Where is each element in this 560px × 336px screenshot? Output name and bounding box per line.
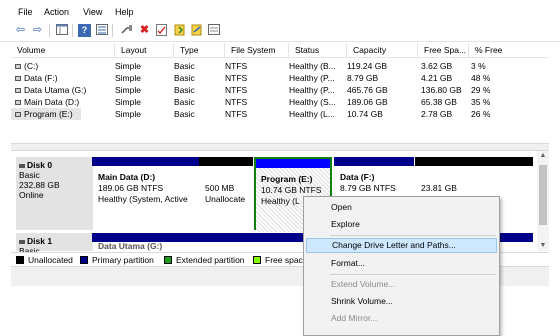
- drive-icon: [15, 76, 21, 82]
- scroll-down-icon[interactable]: ▼: [537, 241, 549, 251]
- menu-bar: File Action View Help: [0, 0, 560, 20]
- pane-splitter[interactable]: [11, 143, 549, 151]
- partition-bar: [256, 159, 330, 168]
- help-icon[interactable]: ?: [78, 24, 91, 37]
- disk-0-name: Disk 0: [19, 160, 90, 170]
- context-menu: Open Explore Change Drive Letter and Pat…: [303, 196, 500, 336]
- legend-swatch-free-space: [253, 256, 261, 264]
- toolbar: ⇦ ⇨ ? ✖: [0, 21, 560, 42]
- column-header-free-space[interactable]: Free Spa...: [418, 43, 469, 58]
- column-header-layout[interactable]: Layout: [115, 43, 174, 58]
- table-row[interactable]: Data (F:) Simple Basic NTFS Healthy (P..…: [11, 72, 549, 84]
- column-header-capacity[interactable]: Capacity: [347, 43, 418, 58]
- menu-separator: [330, 274, 496, 275]
- console-tree-icon[interactable]: [55, 24, 68, 37]
- legend-label-extended: Extended partition: [176, 255, 245, 265]
- drive-icon: [15, 88, 21, 94]
- toolbar-separator: [112, 24, 113, 37]
- menu-item-explore[interactable]: Explore: [306, 217, 497, 232]
- menu-item-change-drive-letter[interactable]: Change Drive Letter and Paths...: [306, 238, 497, 253]
- menu-item-extend-volume[interactable]: Extend Volume...: [306, 277, 497, 292]
- disk-view-scrollbar[interactable]: ▲ ▼: [537, 151, 549, 251]
- drive-icon: [15, 100, 21, 106]
- menu-help[interactable]: Help: [115, 7, 134, 17]
- connect-icon[interactable]: [120, 24, 133, 37]
- disk-0-size: 232.88 GB: [19, 180, 60, 190]
- table-row[interactable]: Main Data (D:) Simple Basic NTFS Healthy…: [11, 96, 549, 108]
- toolbar-separator: [72, 24, 73, 37]
- legend-swatch-primary: [80, 256, 88, 264]
- menu-view[interactable]: View: [83, 7, 102, 17]
- disk-1-label[interactable]: Disk 1 Basic: [16, 233, 93, 256]
- legend-swatch-extended: [164, 256, 172, 264]
- volume-list-header: Volume Layout Type File System Status Ca…: [11, 43, 549, 58]
- delete-icon[interactable]: ✖: [138, 24, 151, 37]
- column-header-type[interactable]: Type: [174, 43, 225, 58]
- toolbar-separator: [49, 24, 50, 37]
- partition-bar: [199, 157, 253, 166]
- partition-bar: [92, 157, 199, 166]
- scrollbar-thumb[interactable]: [539, 165, 547, 225]
- disk-0-status: Online: [19, 190, 44, 200]
- menu-item-add-mirror[interactable]: Add Mirror...: [306, 311, 497, 326]
- table-row[interactable]: Program (E:) Simple Basic NTFS Healthy (…: [11, 108, 549, 120]
- table-row[interactable]: (C:) Simple Basic NTFS Healthy (B... 119…: [11, 60, 549, 72]
- partition-bar: [334, 157, 414, 166]
- table-row[interactable]: Data Utama (G:) Simple Basic NTFS Health…: [11, 84, 549, 96]
- drive-icon: [15, 112, 21, 118]
- partition-main-data-d[interactable]: Main Data (D:) 189.06 GB NTFS Healthy (S…: [92, 157, 199, 230]
- menu-item-shrink-volume[interactable]: Shrink Volume...: [306, 294, 497, 309]
- scroll-up-icon[interactable]: ▲: [537, 151, 549, 161]
- volume-list: Volume Layout Type File System Status Ca…: [11, 43, 549, 143]
- disk-0-label[interactable]: Disk 0 Basic 232.88 GB Online: [16, 157, 93, 230]
- refresh-icon[interactable]: [190, 24, 203, 37]
- menu-file[interactable]: File: [18, 7, 33, 17]
- disk-1-name: Disk 1: [19, 236, 90, 246]
- menu-action[interactable]: Action: [44, 7, 69, 17]
- column-header-volume[interactable]: Volume: [11, 43, 115, 58]
- drive-icon: [15, 64, 21, 70]
- column-header-percent-free[interactable]: % Free: [469, 43, 549, 58]
- menu-item-open[interactable]: Open: [306, 200, 497, 215]
- legend-label-primary: Primary partition: [92, 255, 154, 265]
- properties-icon[interactable]: [155, 24, 168, 37]
- legend-label-free-space: Free spac: [265, 255, 303, 265]
- legend-label-unallocated: Unallocated: [28, 255, 73, 265]
- forward-arrow-icon[interactable]: ⇨: [31, 24, 44, 37]
- rescan-icon[interactable]: [173, 24, 186, 37]
- partition-bar: [415, 157, 533, 166]
- list-view-icon[interactable]: [95, 24, 108, 37]
- column-header-file-system[interactable]: File System: [225, 43, 289, 58]
- disk-0-type: Basic: [19, 170, 40, 180]
- menu-separator: [330, 235, 496, 236]
- back-arrow-icon[interactable]: ⇦: [14, 24, 27, 37]
- column-header-status[interactable]: Status: [289, 43, 347, 58]
- menu-item-format[interactable]: Format...: [306, 256, 497, 271]
- partition-unallocated-500mb[interactable]: 500 MB Unallocate: [199, 157, 253, 230]
- legend-swatch-unallocated: [16, 256, 24, 264]
- disk-list-icon[interactable]: [207, 24, 220, 37]
